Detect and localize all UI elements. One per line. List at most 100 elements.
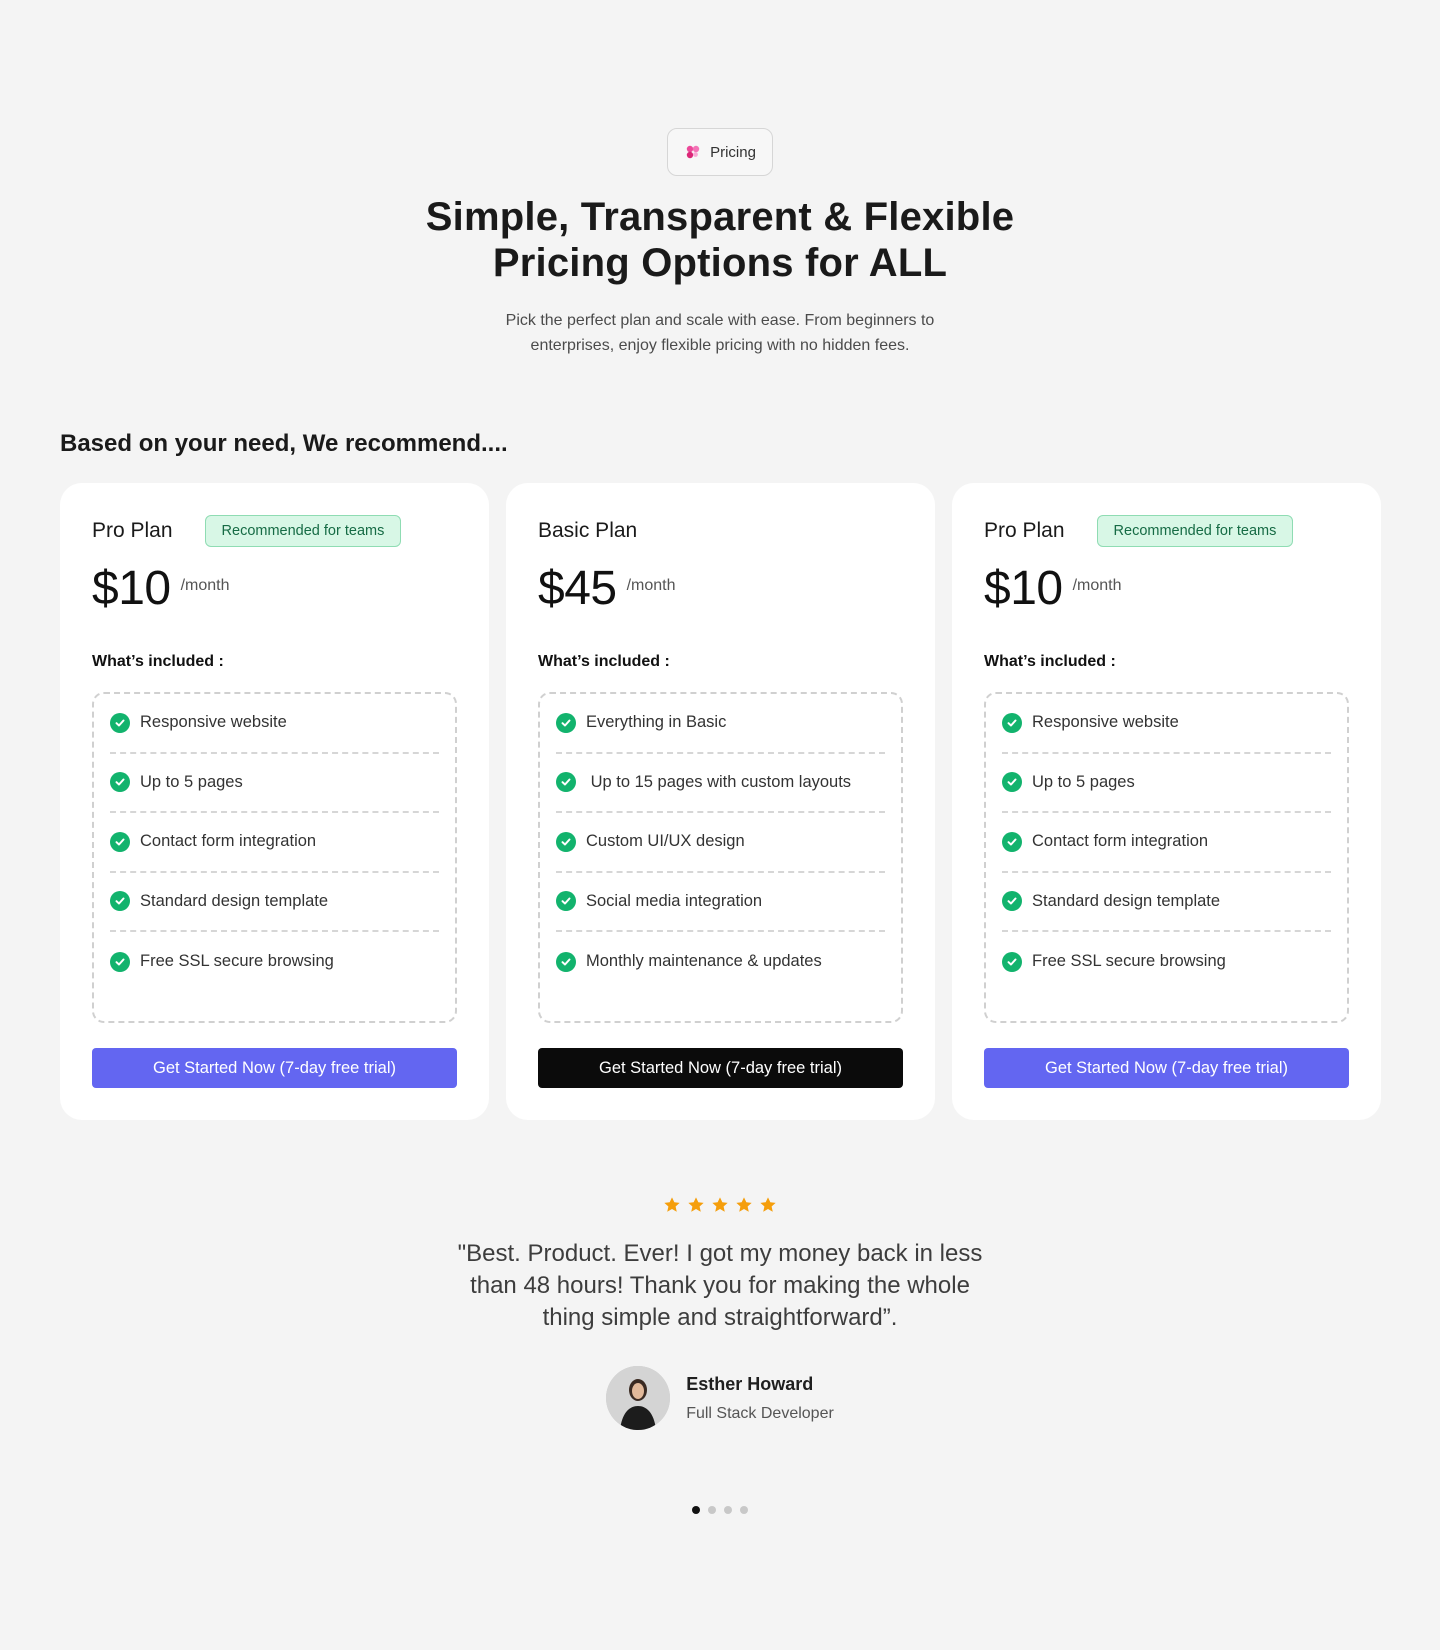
feature-label: Social media integration bbox=[586, 891, 763, 910]
feature-label: Contact form integration bbox=[1032, 832, 1209, 851]
feature-label: Standard design template bbox=[1032, 891, 1221, 910]
check-circle-icon bbox=[110, 712, 130, 733]
star-icon bbox=[664, 1197, 680, 1212]
pricing-cards: Pro Plan Recommended for teams $10 /month… bbox=[60, 483, 1381, 1120]
feature-item: Social media integration bbox=[556, 873, 885, 932]
recommended-tag: Recommended for teams bbox=[204, 515, 402, 547]
price-period: /month bbox=[626, 577, 676, 594]
pricing-card: Basic Plan $45 /month What’s included : … bbox=[506, 483, 935, 1120]
star-icon bbox=[736, 1197, 752, 1212]
feature-item: Free SSL secure browsing bbox=[1002, 932, 1331, 992]
page-title: Simple, Transparent & Flexible Pricing O… bbox=[425, 195, 1015, 285]
star-icon bbox=[712, 1197, 728, 1212]
feature-list: Everything in Basic Up to 15 pages with … bbox=[538, 692, 903, 1023]
feature-item: Standard design template bbox=[1002, 873, 1331, 932]
check-circle-icon bbox=[110, 831, 130, 852]
price-period: /month bbox=[180, 577, 230, 594]
card-header: Pro Plan Recommended for teams bbox=[984, 515, 1349, 547]
included-label: What’s included : bbox=[92, 653, 224, 670]
plan-price: $10 bbox=[92, 562, 171, 615]
page-subtitle: Pick the perfect plan and scale with eas… bbox=[505, 312, 935, 354]
plan-price: $10 bbox=[984, 562, 1063, 615]
carousel-dot[interactable] bbox=[692, 1506, 700, 1514]
pricing-card: Pro Plan Recommended for teams $10 /month… bbox=[952, 483, 1381, 1120]
author-role: Full Stack Developer bbox=[686, 1404, 834, 1422]
feature-item: Contact form integration bbox=[110, 813, 439, 873]
feature-label: Free SSL secure browsing bbox=[140, 952, 334, 971]
feature-label: Everything in Basic bbox=[586, 713, 727, 732]
pricing-badge: Pricing bbox=[667, 128, 773, 176]
carousel-dot[interactable] bbox=[708, 1506, 716, 1514]
check-circle-icon bbox=[556, 772, 576, 793]
feature-item: Free SSL secure browsing bbox=[110, 932, 439, 992]
price-period: /month bbox=[1072, 577, 1122, 594]
feature-label: Up to 15 pages with custom layouts bbox=[586, 772, 852, 791]
star-rating bbox=[0, 1196, 1440, 1214]
star-icon bbox=[760, 1197, 776, 1212]
feature-label: Responsive website bbox=[1032, 713, 1179, 732]
get-started-button[interactable]: Get Started Now (7-day free trial) bbox=[538, 1048, 903, 1088]
check-circle-icon bbox=[1002, 772, 1022, 793]
check-circle-icon bbox=[1002, 951, 1022, 972]
plan-price: $45 bbox=[538, 562, 617, 615]
check-circle-icon bbox=[110, 772, 130, 793]
feature-item: Everything in Basic bbox=[556, 694, 885, 754]
feature-label: Up to 5 pages bbox=[140, 772, 243, 791]
pricing-page: Pricing Simple, Transparent & Flexible P… bbox=[0, 0, 1440, 1650]
check-circle-icon bbox=[110, 891, 130, 912]
included-label: What’s included : bbox=[984, 653, 1116, 670]
get-started-button[interactable]: Get Started Now (7-day free trial) bbox=[92, 1048, 457, 1088]
price-row: $10 /month bbox=[984, 561, 1349, 619]
feature-label: Monthly maintenance & updates bbox=[586, 952, 822, 971]
feature-list: Responsive website Up to 5 pages Contact… bbox=[984, 692, 1349, 1023]
price-row: $45 /month bbox=[538, 561, 903, 619]
plan-name: Basic Plan bbox=[538, 519, 638, 542]
star-icon bbox=[688, 1197, 704, 1212]
card-header: Pro Plan Recommended for teams bbox=[92, 515, 457, 547]
author-name: Esther Howard bbox=[686, 1373, 814, 1394]
feature-item: Contact form integration bbox=[1002, 813, 1331, 873]
plan-name: Pro Plan bbox=[92, 519, 173, 542]
check-circle-icon bbox=[556, 951, 576, 972]
plan-name: Pro Plan bbox=[984, 519, 1065, 542]
check-circle-icon bbox=[556, 831, 576, 852]
pricing-card: Pro Plan Recommended for teams $10 /month… bbox=[60, 483, 489, 1120]
recommend-heading: Based on your need, We recommend.... bbox=[60, 430, 508, 457]
author-info: Esther Howard Full Stack Developer bbox=[686, 1374, 834, 1423]
recommended-tag: Recommended for teams bbox=[1096, 515, 1294, 547]
feature-item: Responsive website bbox=[110, 694, 439, 754]
feature-item: Standard design template bbox=[110, 873, 439, 932]
feature-label: Contact form integration bbox=[140, 832, 317, 851]
flower-icon bbox=[686, 145, 700, 159]
pricing-badge-label: Pricing bbox=[710, 143, 756, 161]
price-row: $10 /month bbox=[92, 561, 457, 619]
feature-item: Monthly maintenance & updates bbox=[556, 932, 885, 992]
avatar bbox=[606, 1366, 671, 1430]
feature-item: Responsive website bbox=[1002, 694, 1331, 754]
feature-list: Responsive website Up to 5 pages Contact… bbox=[92, 692, 457, 1023]
testimonial-author: Esther Howard Full Stack Developer bbox=[0, 1366, 1440, 1430]
feature-item: Custom UI/UX design bbox=[556, 813, 885, 873]
feature-item: Up to 5 pages bbox=[110, 754, 439, 813]
included-label: What’s included : bbox=[538, 653, 670, 670]
hero-section: Pricing Simple, Transparent & Flexible P… bbox=[0, 128, 1440, 358]
check-circle-icon bbox=[110, 951, 130, 972]
get-started-button[interactable]: Get Started Now (7-day free trial) bbox=[984, 1048, 1349, 1088]
feature-label: Free SSL secure browsing bbox=[1032, 952, 1226, 971]
carousel-dot[interactable] bbox=[724, 1506, 732, 1514]
carousel-dot[interactable] bbox=[740, 1506, 748, 1514]
person-avatar-icon bbox=[606, 1366, 671, 1430]
check-circle-icon bbox=[1002, 831, 1022, 852]
feature-label: Responsive website bbox=[140, 713, 287, 732]
check-circle-icon bbox=[556, 712, 576, 733]
feature-label: Up to 5 pages bbox=[1032, 772, 1135, 791]
check-circle-icon bbox=[1002, 891, 1022, 912]
feature-item: Up to 5 pages bbox=[1002, 754, 1331, 813]
feature-label: Standard design template bbox=[140, 891, 329, 910]
card-header: Basic Plan bbox=[538, 515, 903, 547]
carousel-dots bbox=[0, 1506, 1440, 1514]
check-circle-icon bbox=[1002, 712, 1022, 733]
feature-item: Up to 15 pages with custom layouts bbox=[556, 754, 885, 813]
check-circle-icon bbox=[556, 891, 576, 912]
testimonial-section: "Best. Product. Ever! I got my money bac… bbox=[0, 1196, 1440, 1430]
